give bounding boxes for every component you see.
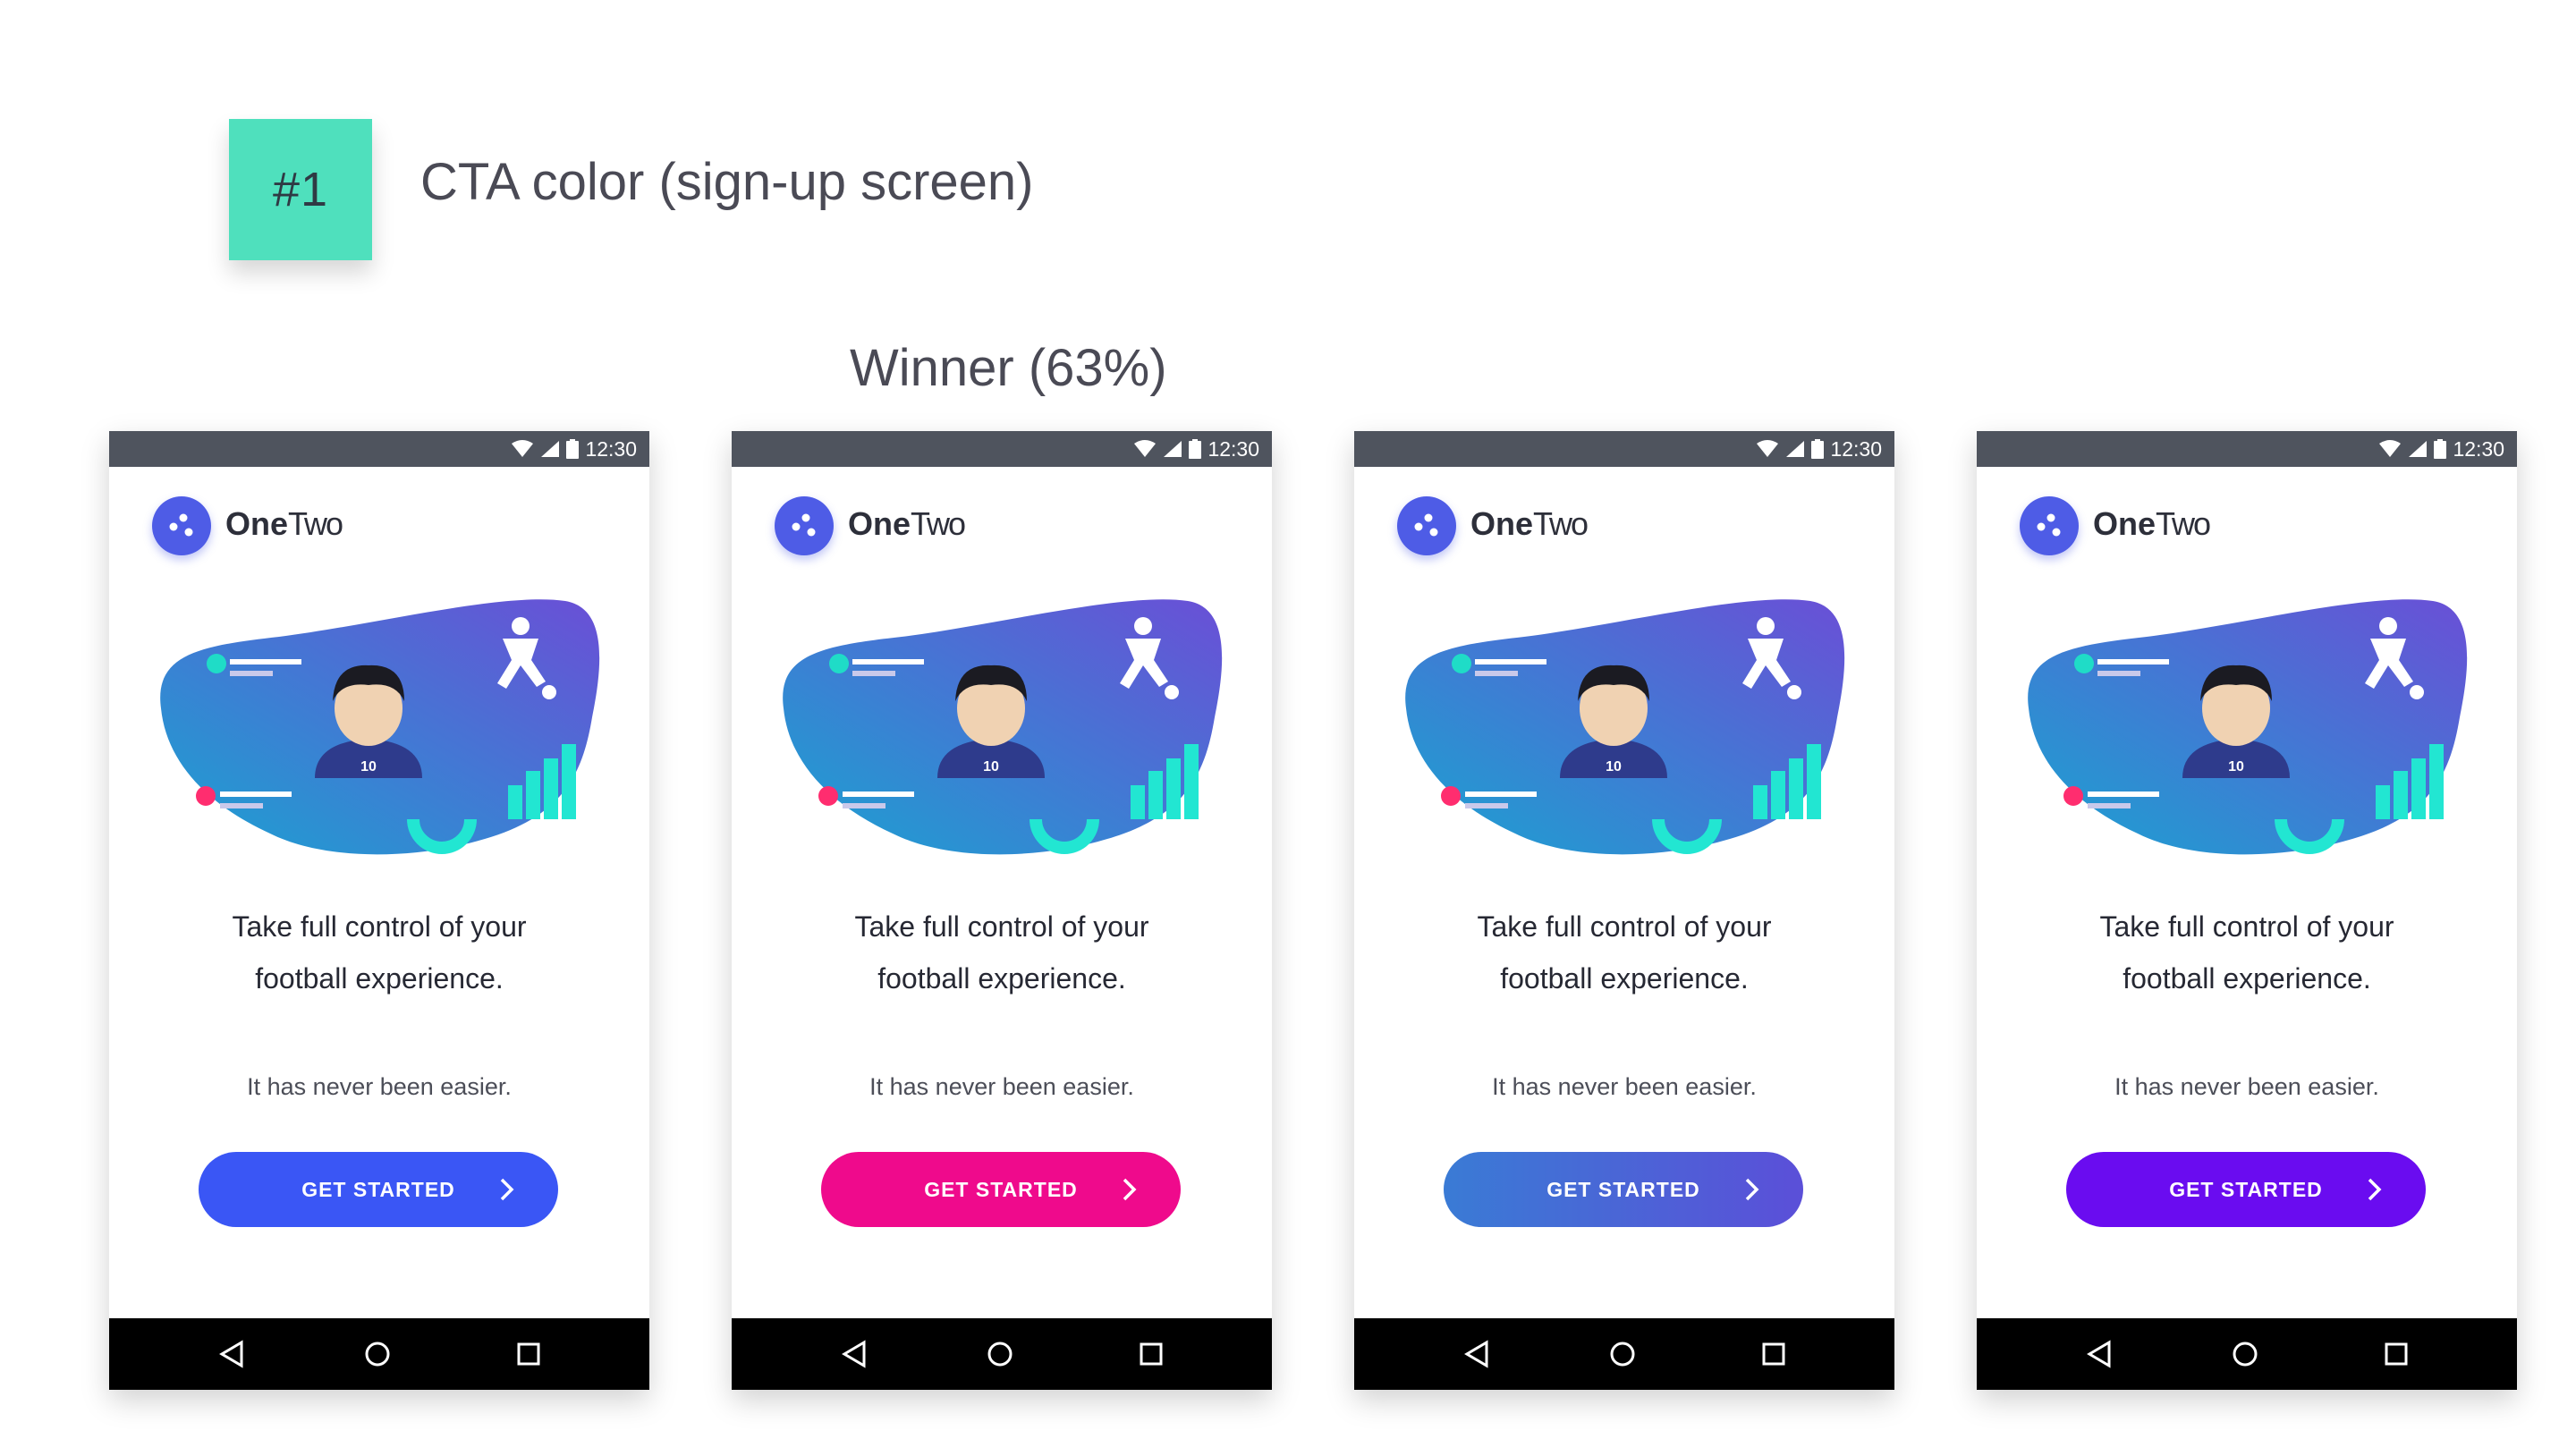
headline-line-2: football experience. — [877, 962, 1126, 995]
app-brand-name: OneTwo — [848, 505, 966, 543]
jersey-number: 10 — [983, 759, 999, 775]
headline-line-1: Take full control of your — [232, 910, 527, 943]
home-icon[interactable] — [363, 1340, 392, 1368]
home-icon[interactable] — [986, 1340, 1014, 1368]
get-started-label: GET STARTED — [301, 1177, 455, 1201]
status-time: 12:30 — [585, 436, 637, 461]
brand-two: Two — [911, 505, 966, 542]
back-icon[interactable] — [218, 1340, 245, 1368]
headline-line-1: Take full control of your — [2099, 910, 2394, 943]
signal-icon — [1164, 441, 1182, 457]
get-started-button[interactable]: GET STARTED — [2066, 1152, 2426, 1227]
app-logo-icon — [152, 496, 211, 555]
status-bar: 12:30 — [1354, 431, 1894, 467]
recents-icon[interactable] — [516, 1340, 541, 1368]
brand-two: Two — [2156, 505, 2211, 542]
status-bar: 12:30 — [1977, 431, 2517, 467]
hero-illustration: 10 — [783, 599, 1223, 855]
status-time: 12:30 — [1830, 436, 1882, 461]
app-logo-icon — [2020, 496, 2079, 555]
subtitle: It has never been easier. — [869, 1073, 1134, 1100]
signal-icon — [1786, 441, 1805, 457]
hero-illustration: 10 — [2028, 599, 2468, 855]
phone-variant-2: 12:30 OneTwo 10 Take full control of you… — [732, 431, 1272, 1390]
brand-one: One — [225, 505, 289, 542]
android-nav-bar — [109, 1318, 649, 1390]
chevron-right-icon — [1123, 1178, 1137, 1201]
brand-two: Two — [1533, 505, 1589, 542]
hero-illustration: 10 — [1405, 599, 1845, 855]
home-icon[interactable] — [2231, 1340, 2259, 1368]
chevron-right-icon — [1745, 1178, 1759, 1201]
android-nav-bar — [732, 1318, 1272, 1390]
headline-line-1: Take full control of your — [854, 910, 1149, 943]
status-bar: 12:30 — [732, 431, 1272, 467]
subtitle: It has never been easier. — [2114, 1073, 2379, 1100]
battery-icon — [2434, 439, 2447, 459]
hero-illustration: 10 — [160, 599, 600, 855]
jersey-number: 10 — [2228, 759, 2244, 775]
recents-icon[interactable] — [1761, 1340, 1786, 1368]
brand-one: One — [1470, 505, 1534, 542]
wifi-icon — [512, 440, 534, 457]
test-number-badge: #1 — [229, 119, 372, 260]
battery-icon — [566, 439, 580, 459]
get-started-button[interactable]: GET STARTED — [821, 1152, 1181, 1227]
get-started-label: GET STARTED — [924, 1177, 1078, 1201]
app-brand-name: OneTwo — [2093, 505, 2211, 543]
winner-label: Winner (63%) — [850, 339, 1167, 397]
app-logo-icon — [775, 496, 834, 555]
signal-icon — [541, 441, 560, 457]
back-icon[interactable] — [841, 1340, 868, 1368]
test-number-label: #1 — [272, 163, 329, 216]
back-icon[interactable] — [1463, 1340, 1490, 1368]
app-brand-name: OneTwo — [1470, 505, 1589, 543]
battery-icon — [1189, 439, 1202, 459]
brand-two: Two — [288, 505, 343, 542]
recents-icon[interactable] — [2384, 1340, 2409, 1368]
status-time: 12:30 — [1208, 436, 1259, 461]
status-bar: 12:30 — [109, 431, 649, 467]
app-brand-name: OneTwo — [225, 505, 343, 543]
test-heading: CTA color (sign-up screen) — [420, 153, 1034, 211]
phone-variant-3: 12:30 OneTwo 10 Take full control of you… — [1354, 431, 1894, 1390]
chevron-right-icon — [500, 1178, 514, 1201]
chevron-right-icon — [2368, 1178, 2382, 1201]
headline-line-2: football experience. — [2123, 962, 2371, 995]
headline-line-2: football experience. — [1500, 962, 1749, 995]
signal-icon — [2409, 441, 2428, 457]
brand-one: One — [848, 505, 911, 542]
recents-icon[interactable] — [1139, 1340, 1164, 1368]
subtitle: It has never been easier. — [1492, 1073, 1757, 1100]
app-logo-icon — [1397, 496, 1456, 555]
phone-variant-1: 12:30 OneTwo 10 Take full control of you… — [109, 431, 649, 1390]
jersey-number: 10 — [1606, 759, 1622, 775]
get-started-button[interactable]: GET STARTED — [199, 1152, 558, 1227]
headline-line-1: Take full control of your — [1477, 910, 1772, 943]
wifi-icon — [2379, 440, 2402, 457]
back-icon[interactable] — [2086, 1340, 2113, 1368]
get-started-label: GET STARTED — [2169, 1177, 2323, 1201]
phone-variant-4: 12:30 OneTwo 10 Take full control of you… — [1977, 431, 2517, 1390]
subtitle: It has never been easier. — [247, 1073, 512, 1100]
jersey-number: 10 — [360, 759, 377, 775]
headline-line-2: football experience. — [255, 962, 504, 995]
status-time: 12:30 — [2453, 436, 2504, 461]
get-started-button[interactable]: GET STARTED — [1444, 1152, 1803, 1227]
home-icon[interactable] — [1608, 1340, 1637, 1368]
wifi-icon — [1757, 440, 1779, 457]
brand-one: One — [2093, 505, 2157, 542]
wifi-icon — [1134, 440, 1157, 457]
android-nav-bar — [1354, 1318, 1894, 1390]
android-nav-bar — [1977, 1318, 2517, 1390]
battery-icon — [1811, 439, 1825, 459]
get-started-label: GET STARTED — [1546, 1177, 1700, 1201]
